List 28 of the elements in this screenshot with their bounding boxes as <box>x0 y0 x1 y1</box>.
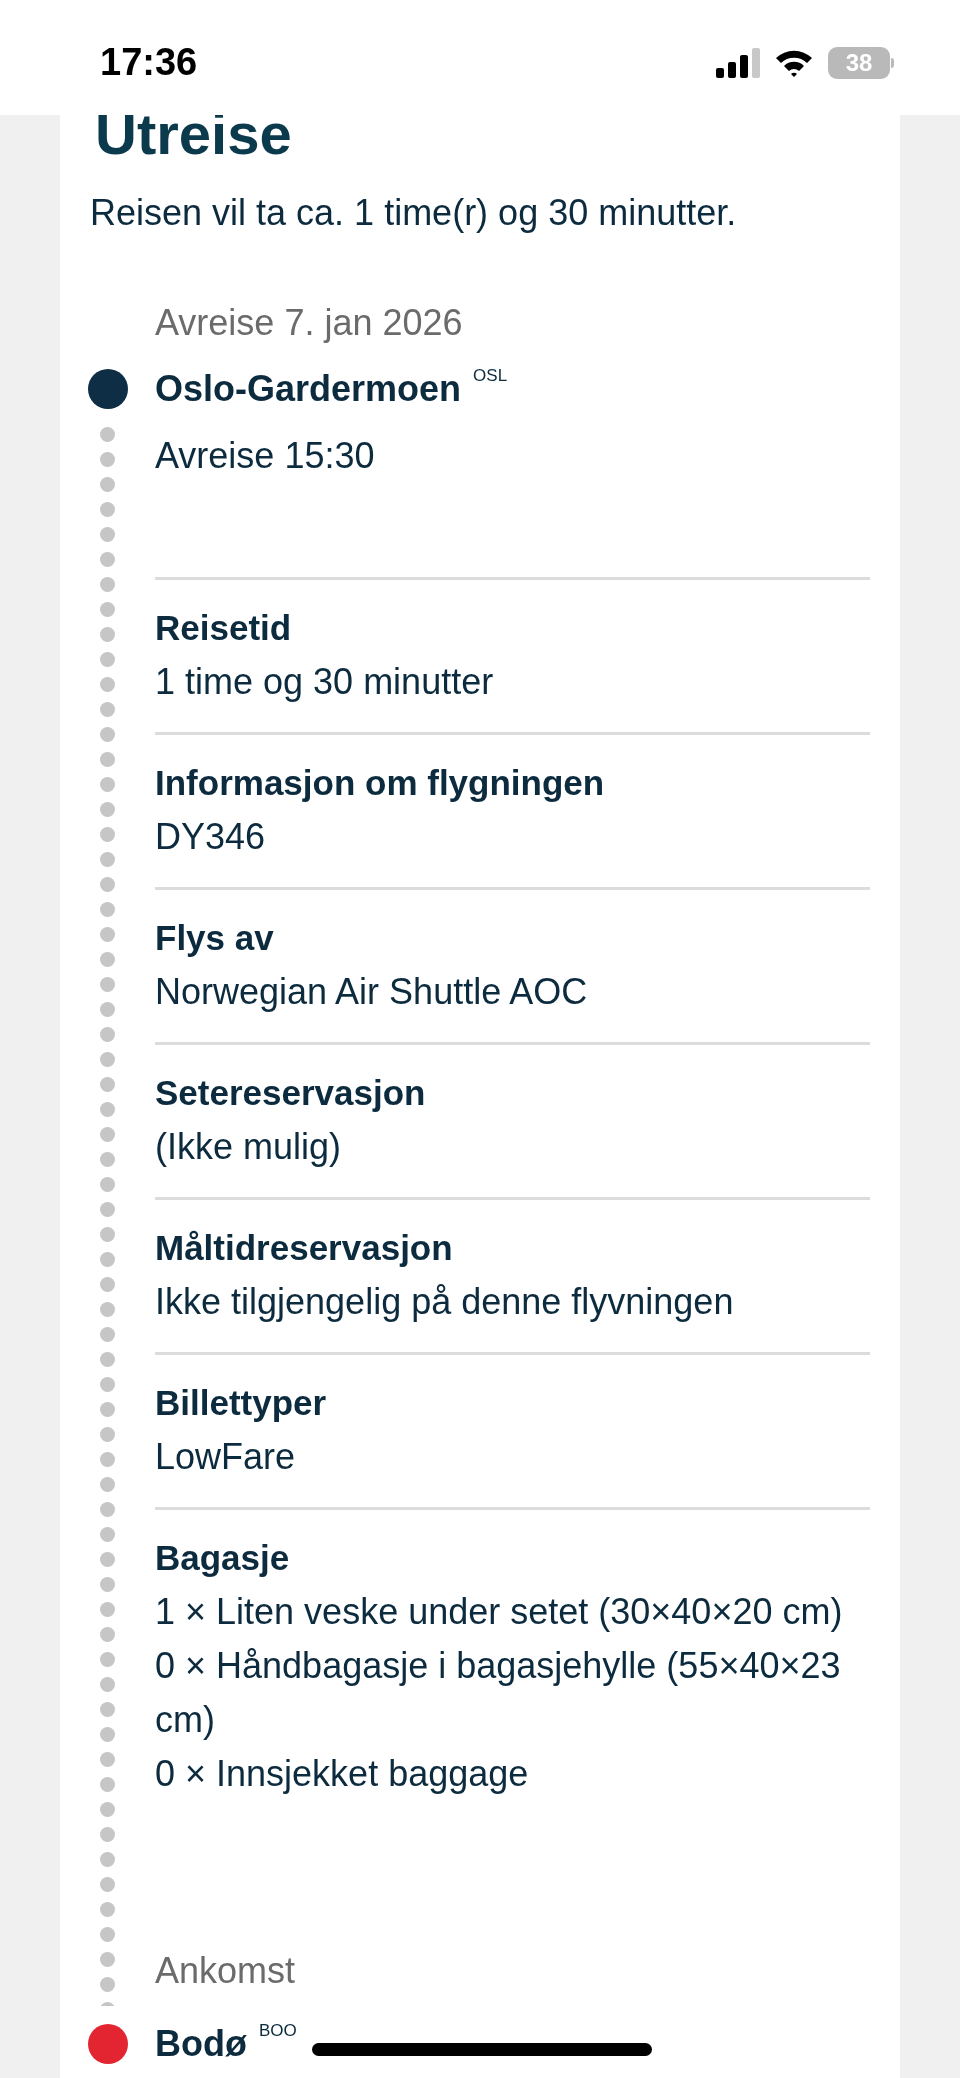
departure-time: Avreise 15:30 <box>155 434 376 478</box>
arrival-label: Ankomst <box>155 1949 297 1993</box>
airport-code: BOO <box>258 2020 297 2042</box>
signal-icon <box>716 47 760 78</box>
detail-value: 0 × Håndbagasje i bagasjehylle (55×40×23 cm) <box>155 1644 842 1742</box>
detail-label: Setereservasjon <box>155 1072 427 1114</box>
airport-name: Bodø <box>155 2022 247 2066</box>
detail-label: Måltidreservasjon <box>155 1227 454 1269</box>
section-title: Utreise <box>95 101 292 167</box>
detail-value: Ikke tilgjengelig på denne flyvningen <box>155 1280 735 1324</box>
trip-summary: Reisen vil ta ca. 1 time(r) og 30 minutter. <box>89 193 738 233</box>
detail-value: 0 × Innsjekket baggage <box>155 1752 530 1796</box>
detail-value: (Ikke mulig) <box>155 1125 343 1169</box>
status-time: 17:36 <box>100 40 198 85</box>
battery-level: 38 <box>845 47 873 78</box>
detail-label: Billettyper <box>155 1382 328 1424</box>
detail-value: Norwegian Air Shuttle AOC <box>155 970 589 1014</box>
detail-value: 1 time og 30 minutter <box>155 660 495 704</box>
detail-label: Flys av <box>155 917 275 959</box>
detail-label: Reisetid <box>155 607 293 649</box>
detail-value: LowFare <box>155 1435 297 1479</box>
airport-name: Oslo-Gardermoen <box>155 367 462 411</box>
detail-value: DY346 <box>155 815 267 859</box>
departure-date: Avreise 7. jan 2026 <box>154 303 464 343</box>
airport-code: OSL <box>473 365 508 387</box>
detail-value: 1 × Liten veske under setet (30×40×20 cm) <box>155 1590 844 1634</box>
detail-label: Informasjon om flygningen <box>155 762 606 804</box>
detail-label: Bagasje <box>155 1537 291 1579</box>
